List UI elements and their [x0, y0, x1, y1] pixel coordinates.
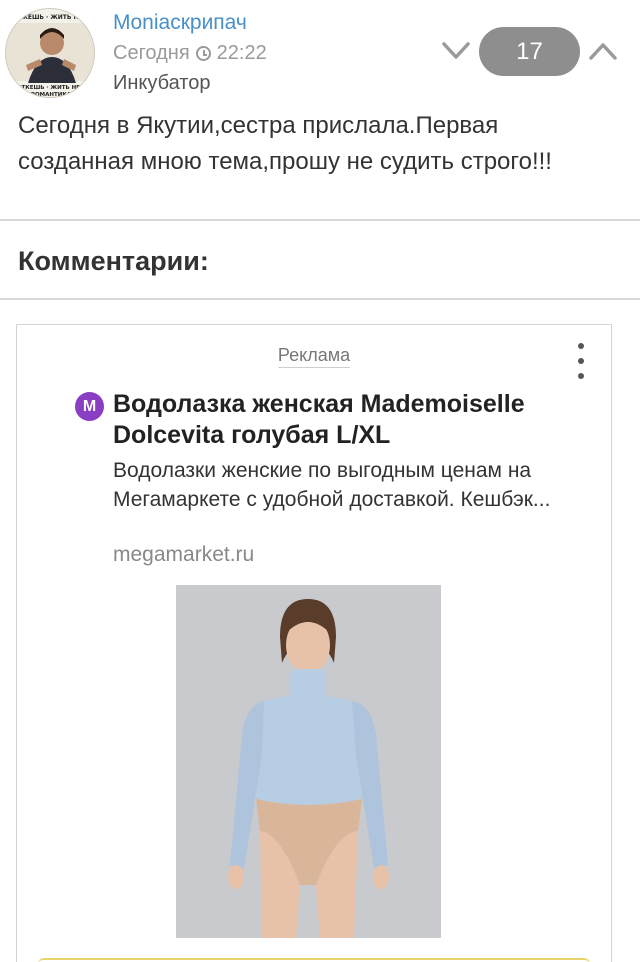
post-date-row: Сегодня 22:22	[113, 42, 267, 65]
ad-title[interactable]: Водолазка женская Mademoiselle Dolcevita…	[113, 389, 593, 451]
divider	[0, 219, 640, 221]
ad-label: Реклама	[17, 345, 611, 368]
svg-text:ТЕКЕШЬ · ЖИТЬ НЕ..: ТЕКЕШЬ · ЖИТЬ НЕ..	[15, 14, 87, 21]
vote-up-button[interactable]	[588, 38, 618, 64]
chevron-up-icon	[589, 43, 617, 60]
ad-product-image[interactable]	[176, 585, 441, 938]
post-date: Сегодня	[113, 42, 190, 64]
svg-text:ТЕОТКЕШЬ · ЖИТЬ НЕВОЗ: ТЕОТКЕШЬ · ЖИТЬ НЕВОЗ	[9, 85, 93, 91]
divider	[0, 298, 640, 300]
post-time: 22:22	[216, 42, 267, 64]
post-text: Сегодня в Якутии,сестра прислала.Первая …	[18, 112, 552, 175]
ad-label-text: Реклама	[277, 345, 351, 368]
product-photo	[176, 585, 441, 938]
chevron-down-icon	[442, 42, 470, 59]
avatar-image: ТЕКЕШЬ · ЖИТЬ НЕ.. ТЕОТКЕШЬ · ЖИТЬ НЕВОЗ…	[6, 9, 94, 98]
author-name[interactable]: Moniаскрипач	[113, 11, 247, 35]
vote-down-button[interactable]	[441, 38, 471, 64]
clock-icon	[195, 46, 211, 61]
community-name[interactable]: Инкубатор	[113, 72, 210, 95]
rating-score: 17	[479, 27, 580, 76]
svg-text:РОМАНТИКА: РОМАНТИКА	[31, 92, 72, 98]
post-header: ТЕКЕШЬ · ЖИТЬ НЕ.. ТЕОТКЕШЬ · ЖИТЬ НЕВОЗ…	[0, 0, 640, 100]
ad-description: Водолазки женские по выгодным ценам на М…	[113, 459, 551, 511]
ad-domain-link[interactable]: megamarket.ru	[113, 543, 254, 567]
ad-card[interactable]: Реклама M Водолазка женская Mademoiselle…	[16, 324, 612, 962]
comments-heading: Комментарии:	[18, 246, 209, 276]
next-card-edge	[38, 958, 590, 962]
more-vertical-icon[interactable]	[573, 343, 589, 379]
megamarket-logo-icon: M	[75, 392, 104, 421]
author-avatar[interactable]: ТЕКЕШЬ · ЖИТЬ НЕ.. ТЕОТКЕШЬ · ЖИТЬ НЕВОЗ…	[5, 8, 95, 98]
